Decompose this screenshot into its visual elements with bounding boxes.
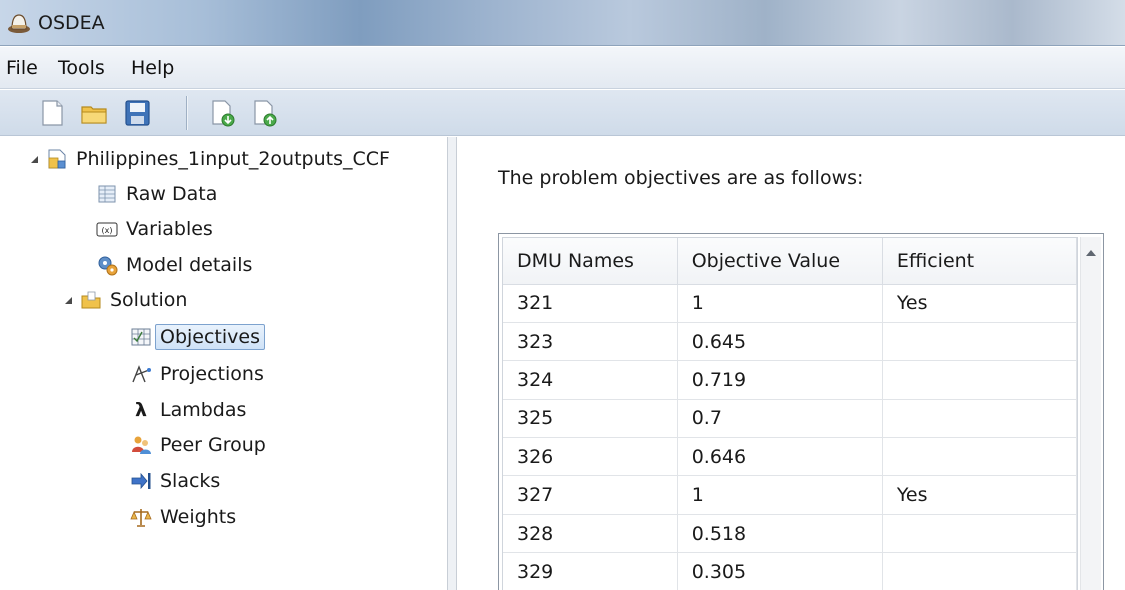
variable-icon: (x) (96, 222, 118, 237)
cell-efficient (882, 399, 1078, 439)
project-file-icon (48, 149, 66, 169)
cell-objective-value: 0.645 (677, 322, 883, 362)
menu-tools[interactable]: Tools (56, 57, 107, 79)
project-tree: Philippines_1input_2outputs_CCF Raw Data… (6, 137, 448, 590)
cell-objective-value: 0.719 (677, 360, 883, 400)
export-icon[interactable] (250, 98, 278, 128)
title-bar: OSDEA (0, 0, 1125, 46)
folder-icon (81, 291, 101, 309)
objectives-panel: The problem objectives are as follows: D… (458, 137, 1125, 590)
table-row[interactable]: 321 1 Yes (503, 284, 1078, 323)
tree-root[interactable]: Philippines_1input_2outputs_CCF (28, 144, 390, 174)
column-header-efficient[interactable]: Efficient (882, 238, 1078, 285)
tree-item-variables[interactable]: (x) Variables (96, 214, 213, 244)
cell-efficient (882, 552, 1078, 590)
tree-item-model-details[interactable]: Model details (96, 250, 252, 280)
svg-text:(x): (x) (102, 226, 113, 235)
tree-root-label: Philippines_1input_2outputs_CCF (76, 148, 390, 170)
tree-item-solution[interactable]: Solution (62, 285, 187, 315)
collapse-arrow-icon[interactable] (62, 293, 76, 307)
cell-efficient (882, 322, 1078, 362)
cell-dmu-name: 327 (503, 475, 678, 515)
toolbar (0, 90, 1125, 136)
cell-objective-value: 1 (677, 284, 883, 323)
collapse-arrow-icon[interactable] (28, 152, 42, 166)
cell-dmu-name: 329 (503, 552, 678, 590)
column-header-objective-value[interactable]: Objective Value (677, 238, 883, 285)
objectives-table-viewport: DMU Names Objective Value Efficient 321 … (502, 237, 1078, 590)
column-header-dmu-names[interactable]: DMU Names (503, 238, 678, 285)
table-icon (98, 185, 116, 203)
scroll-up-arrow-icon[interactable] (1086, 250, 1096, 256)
cell-efficient (882, 437, 1078, 477)
table-row[interactable]: 329 0.305 (503, 552, 1078, 590)
cell-objective-value: 1 (677, 475, 883, 515)
tree-item-peer-group[interactable]: Peer Group (130, 430, 266, 460)
cell-objective-value: 0.305 (677, 552, 883, 590)
cell-dmu-name: 323 (503, 322, 678, 362)
menu-file[interactable]: File (4, 57, 40, 79)
cell-efficient (882, 514, 1078, 554)
table-row[interactable]: 327 1 Yes (503, 475, 1078, 515)
tree-item-slacks[interactable]: Slacks (130, 466, 220, 496)
cell-efficient: Yes (882, 284, 1078, 323)
objectives-icon (131, 328, 151, 346)
panel-splitter[interactable] (448, 137, 457, 590)
table-row[interactable]: 328 0.518 (503, 514, 1078, 554)
tree-item-objectives[interactable]: Objectives (130, 322, 265, 352)
cell-dmu-name: 326 (503, 437, 678, 477)
tree-item-raw-data[interactable]: Raw Data (96, 179, 217, 209)
tree-item-projections[interactable]: Projections (130, 359, 264, 389)
cell-dmu-name: 324 (503, 360, 678, 400)
projections-icon (132, 365, 151, 383)
arrow-bar-icon (131, 472, 151, 490)
cell-objective-value: 0.646 (677, 437, 883, 477)
people-icon (132, 436, 151, 454)
cell-dmu-name: 321 (503, 284, 678, 323)
cell-efficient (882, 360, 1078, 400)
lambda-icon: λ (134, 399, 148, 421)
gears-icon (98, 256, 118, 276)
open-folder-icon[interactable] (80, 98, 108, 128)
cell-objective-value: 0.518 (677, 514, 883, 554)
hat-app-icon (8, 14, 30, 33)
table-row[interactable]: 324 0.719 (503, 360, 1078, 400)
window-title: OSDEA (38, 12, 105, 34)
new-file-icon[interactable] (38, 98, 66, 128)
table-row[interactable]: 326 0.646 (503, 437, 1078, 477)
objectives-prompt: The problem objectives are as follows: (498, 167, 864, 189)
cell-dmu-name: 328 (503, 514, 678, 554)
objectives-table: DMU Names Objective Value Efficient 321 … (503, 238, 1078, 590)
cell-dmu-name: 325 (503, 399, 678, 439)
toolbar-separator (186, 96, 187, 130)
table-vertical-scrollbar[interactable] (1080, 237, 1101, 590)
menu-bar: File Tools Help (0, 47, 1125, 89)
tree-item-lambdas[interactable]: λ Lambdas (130, 395, 246, 425)
scales-icon (130, 509, 152, 527)
cell-efficient: Yes (882, 475, 1078, 515)
tree-item-weights[interactable]: Weights (130, 502, 236, 532)
import-icon[interactable] (208, 98, 236, 128)
table-row[interactable]: 325 0.7 (503, 399, 1078, 439)
save-icon[interactable] (123, 98, 151, 128)
cell-objective-value: 0.7 (677, 399, 883, 439)
table-row[interactable]: 323 0.645 (503, 322, 1078, 362)
objectives-table-frame: DMU Names Objective Value Efficient 321 … (498, 233, 1104, 590)
menu-help[interactable]: Help (129, 57, 176, 79)
